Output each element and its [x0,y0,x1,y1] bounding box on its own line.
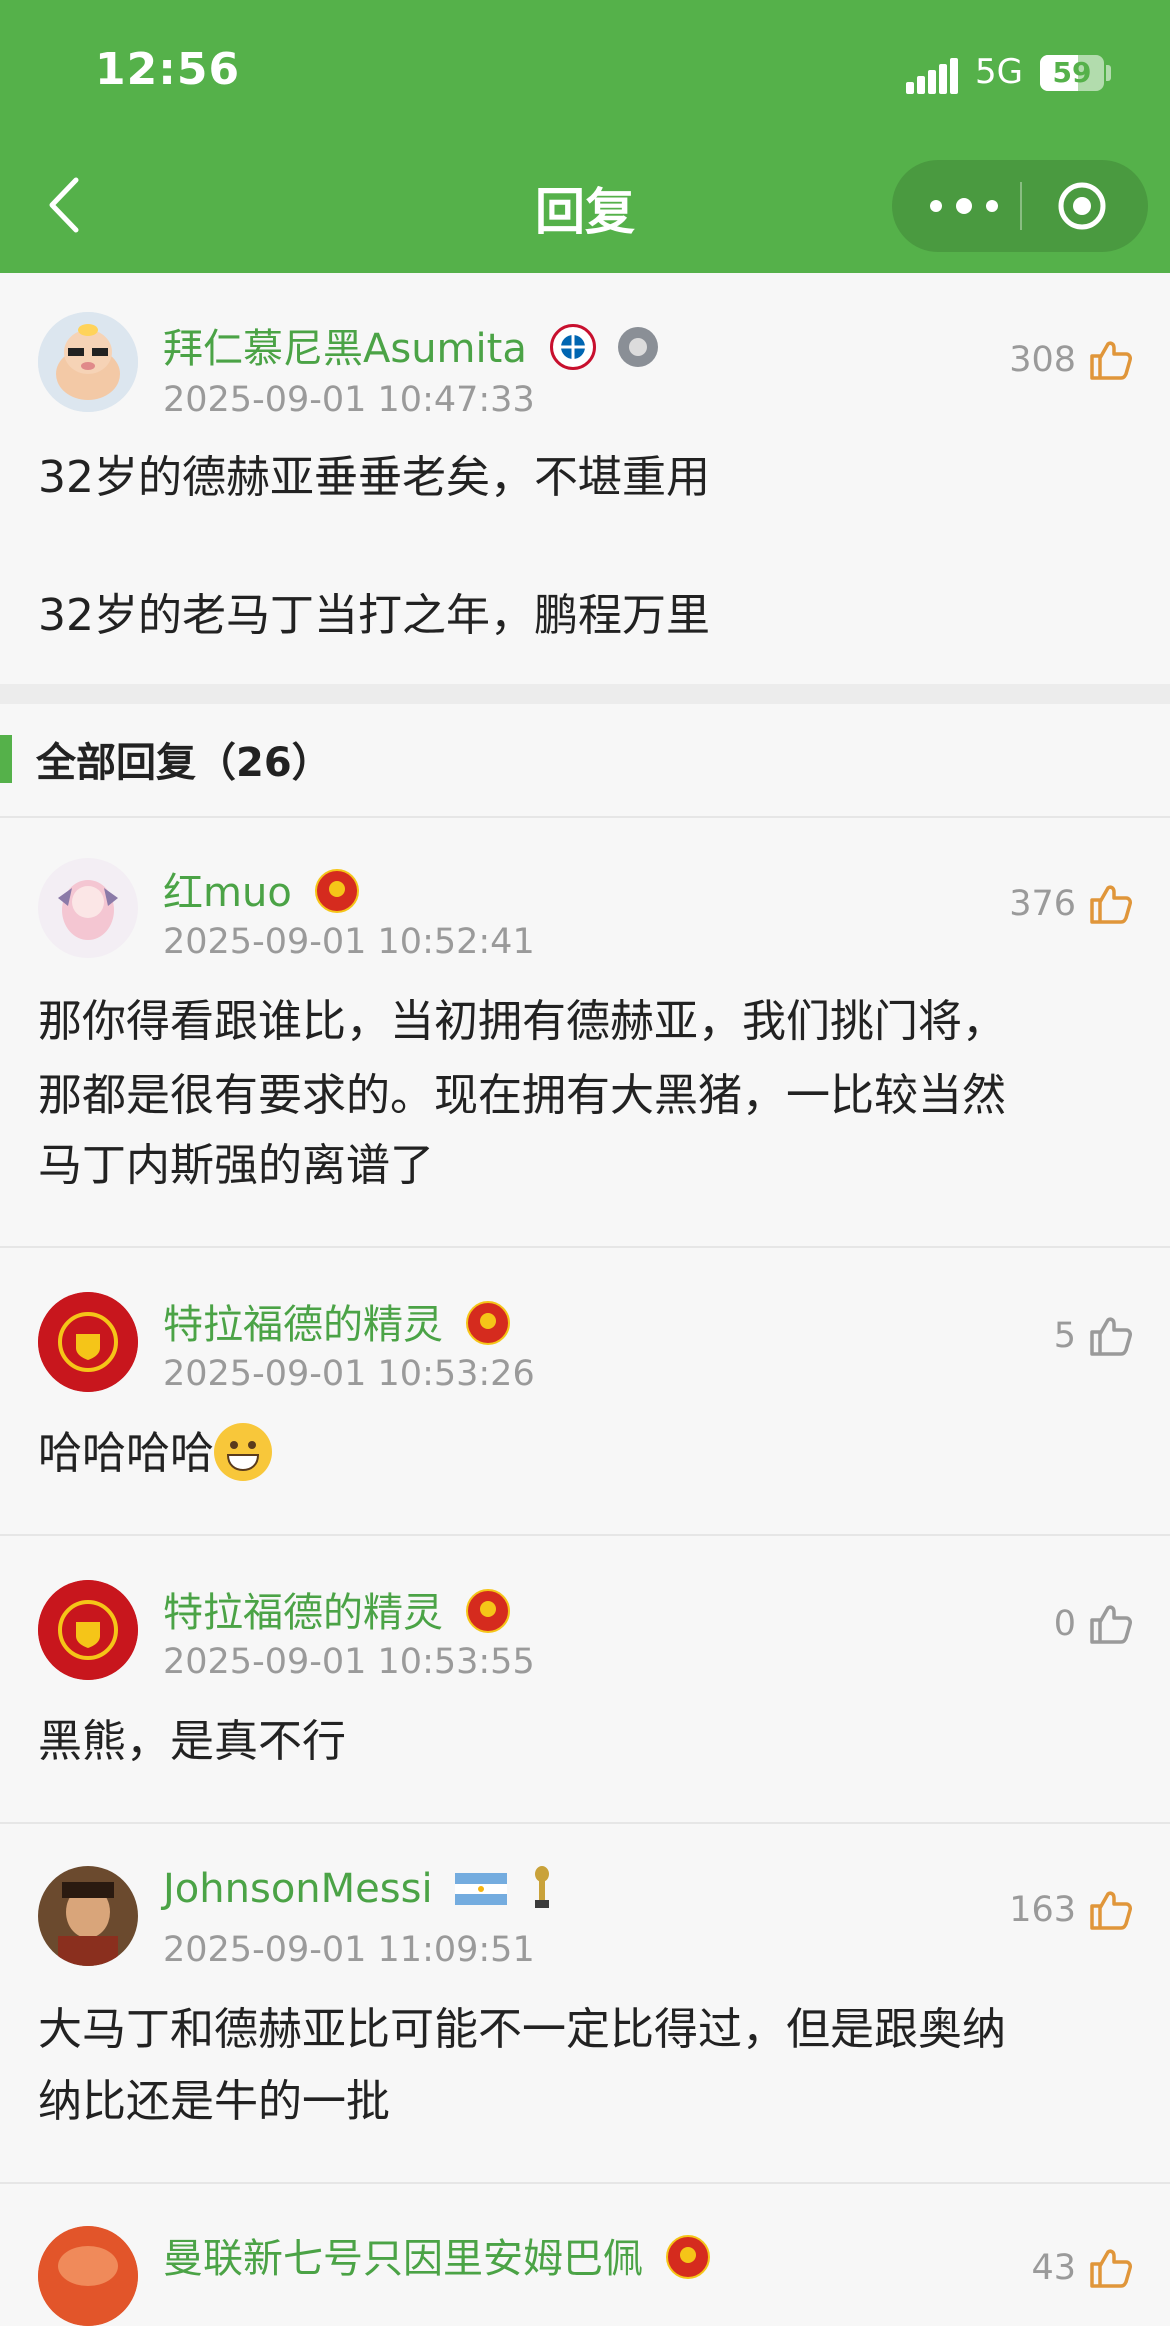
avatar[interactable] [38,1292,138,1392]
divider [0,2182,1170,2184]
like-button[interactable]: 376 [1009,876,1134,932]
trophy-icon [530,1864,554,1910]
divider [0,816,1170,818]
manchester-united-badge-icon [465,1589,510,1633]
reply-content-line: 纳比还是牛的一批 [38,2076,390,2127]
battery-tip [1106,65,1111,81]
thumbs-up-icon [1090,1891,1132,1930]
like-button[interactable]: 163 [1009,1882,1134,1938]
argentina-flag-icon [455,1869,508,1905]
like-button[interactable]: 43 [1031,2240,1134,2296]
more-dots-icon [930,200,942,212]
reply-content-line: 那都是很有要求的。现在拥有大黑猪，一比较当然 [38,1070,1006,1121]
username-text: 红muo [163,870,292,916]
like-count: 308 [1009,340,1076,380]
reply-content: 黑熊，是真不行 [38,1716,346,1767]
like-count: 163 [1009,1890,1076,1930]
capsule-divider [1020,182,1022,230]
thumbs-up-icon [1090,341,1132,380]
close-mini-program-button[interactable] [1056,180,1108,232]
manchester-united-badge-icon [465,1301,510,1345]
manchester-united-badge-icon [665,2235,710,2279]
like-count: 376 [1009,884,1076,924]
username-text: 特拉福德的精灵 [163,1302,443,1348]
timestamp: 2025-09-01 10:53:55 [163,1642,535,1682]
username-text: JohnsonMessi [163,1866,433,1912]
like-button[interactable]: 308 [1009,332,1134,388]
bayern-munich-badge-icon [549,324,596,370]
timestamp: 2025-09-01 10:52:41 [163,922,535,962]
username[interactable]: 特拉福德的精灵 [163,1292,510,1350]
username[interactable]: 拜仁慕尼黑Asumita [163,316,659,374]
username[interactable]: 特拉福德的精灵 [163,1580,510,1638]
username[interactable]: 红muo [163,860,359,918]
thumbs-up-icon [1090,885,1132,924]
like-button[interactable]: 5 [1054,1308,1134,1364]
grinning-face-emoji [214,1423,272,1481]
reply-content: 哈哈哈哈 [38,1420,1138,1488]
signal-icon [906,58,958,94]
trophy-badge-icon [618,327,659,367]
like-count: 5 [1053,1316,1076,1356]
reply-content-line: 大马丁和德赫亚比可能不一定比得过，但是跟奥纳 [38,2004,1006,2055]
thumbs-up-icon [1090,2249,1132,2288]
thumbs-up-icon [1090,1605,1132,1644]
reply-text: 哈哈哈哈 [38,1428,214,1479]
like-count: 43 [1031,2248,1076,2288]
battery-level: 59 [1052,56,1092,89]
replies-section-title: 全部回复（26） [36,740,332,786]
avatar[interactable] [38,858,138,958]
post-content-line: 32岁的老马丁当打之年，鹏程万里 [38,590,710,641]
more-button[interactable] [920,160,1010,252]
timestamp: 2025-09-01 10:47:33 [163,380,535,420]
battery-icon: 59 [1040,55,1104,91]
thumbs-up-icon [1090,1317,1132,1356]
post-content-line: 32岁的德赫亚垂垂老矣，不堪重用 [38,452,710,503]
username-text: 特拉福德的精灵 [163,1590,443,1636]
avatar[interactable] [38,1580,138,1680]
like-button[interactable]: 0 [1054,1596,1134,1652]
divider [0,1822,1170,1824]
manchester-united-badge-icon [314,869,359,913]
reply-content-line: 那你得看跟谁比，当初拥有德赫亚，我们挑门将， [38,996,1006,1047]
mini-program-capsule [892,160,1148,252]
section-separator [0,684,1170,704]
timestamp: 2025-09-01 11:09:51 [163,1930,535,1970]
status-time: 12:56 [95,44,241,95]
reply-content-line: 马丁内斯强的离谱了 [38,1140,434,1191]
top-bar: 12:56 5G 59 回复 [0,0,1170,273]
network-label: 5G [975,52,1023,92]
username[interactable]: JohnsonMessi [163,1866,554,1914]
avatar[interactable] [38,2226,138,2326]
target-circle-icon [1058,182,1106,230]
divider [0,1534,1170,1536]
username[interactable]: 曼联新七号只因里安姆巴佩 [163,2226,710,2284]
divider [0,1246,1170,1248]
avatar[interactable] [38,312,138,412]
avatar[interactable] [38,1866,138,1966]
like-count: 0 [1053,1604,1076,1644]
section-accent-bar [0,735,12,783]
timestamp: 2025-09-01 10:53:26 [163,1354,535,1394]
username-text: 曼联新七号只因里安姆巴佩 [163,2236,643,2282]
username-text: 拜仁慕尼黑Asumita [163,326,527,372]
